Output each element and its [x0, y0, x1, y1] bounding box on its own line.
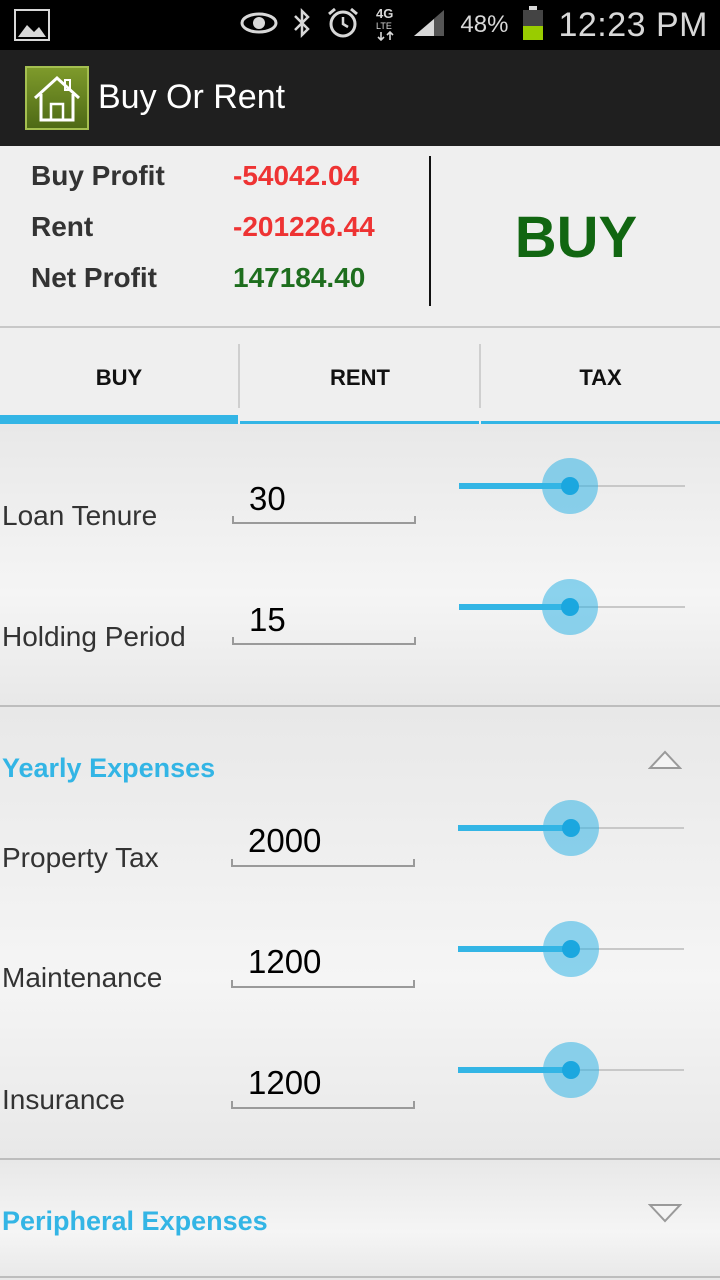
status-bar: 4G LTE 48% 12:23 PM — [0, 0, 720, 50]
net-profit-label: Net Profit — [31, 262, 157, 293]
insurance-underline — [231, 1101, 415, 1109]
slider-thumb[interactable] — [561, 477, 579, 495]
net-profit-value: 147184.40 — [233, 262, 366, 293]
maintenance-input[interactable] — [232, 937, 416, 985]
section-divider — [0, 1276, 720, 1278]
property-tax-underline — [231, 859, 415, 867]
slider-thumb[interactable] — [562, 819, 580, 837]
lte-icon: 4G LTE — [374, 5, 398, 46]
svg-text:4G: 4G — [376, 6, 393, 21]
buy-profit-label: Buy Profit — [31, 160, 165, 191]
slider-thumb[interactable] — [561, 598, 579, 616]
loan-tenure-slider[interactable] — [459, 456, 685, 516]
chevron-up-icon[interactable] — [647, 749, 683, 771]
yearly-expenses-title[interactable]: Yearly Expenses — [2, 753, 215, 784]
holding-period-input[interactable] — [233, 595, 417, 643]
loan-tenure-underline — [232, 516, 416, 524]
slider-thumb[interactable] — [562, 940, 580, 958]
holding-period-underline — [232, 637, 416, 645]
battery-percent: 48% — [460, 11, 509, 38]
insurance-input[interactable] — [232, 1058, 416, 1106]
rent-label: Rent — [31, 211, 94, 242]
app-title: Buy Or Rent — [98, 78, 286, 116]
tab-rent[interactable]: RENT — [240, 328, 480, 424]
house-icon[interactable] — [25, 66, 89, 130]
battery-icon — [522, 5, 544, 46]
peripheral-expenses-section: Peripheral Expenses — [0, 1160, 720, 1280]
summary-divider — [429, 156, 431, 306]
property-tax-slider[interactable] — [458, 798, 684, 858]
tab-tax[interactable]: TAX — [481, 328, 720, 424]
eye-icon — [240, 10, 278, 41]
alarm-icon — [326, 6, 360, 45]
property-tax-label: Property Tax — [2, 842, 159, 873]
maintenance-label: Maintenance — [2, 962, 163, 993]
signal-icon — [412, 8, 446, 43]
tab-buy-indicator — [0, 415, 238, 424]
summary-panel: Buy Profit -54042.04 Rent -201226.44 Net… — [0, 146, 720, 328]
maintenance-slider[interactable] — [458, 919, 684, 979]
loan-tenure-label: Loan Tenure — [2, 500, 158, 531]
bluetooth-icon — [292, 7, 312, 44]
insurance-label: Insurance — [2, 1084, 125, 1115]
clock: 12:23 PM — [558, 5, 708, 44]
rent-value: -201226.44 — [233, 211, 375, 242]
chevron-down-icon[interactable] — [647, 1202, 683, 1224]
buy-section: Loan Tenure Holding Period — [0, 424, 720, 706]
tab-bar: BUY RENT TAX — [0, 328, 720, 424]
holding-period-slider[interactable] — [459, 577, 685, 637]
slider-thumb[interactable] — [562, 1061, 580, 1079]
loan-tenure-input[interactable] — [233, 474, 417, 522]
verdict-label: BUY — [514, 205, 638, 270]
svg-text:LTE: LTE — [376, 21, 392, 31]
peripheral-expenses-title[interactable]: Peripheral Expenses — [2, 1206, 268, 1237]
gallery-icon — [14, 9, 50, 41]
maintenance-underline — [231, 980, 415, 988]
insurance-slider[interactable] — [458, 1040, 684, 1100]
tab-buy[interactable]: BUY — [0, 328, 238, 424]
property-tax-input[interactable] — [232, 816, 416, 864]
action-bar: Buy Or Rent — [0, 50, 720, 146]
buy-profit-value: -54042.04 — [233, 160, 360, 191]
holding-period-label: Holding Period — [2, 621, 186, 652]
yearly-expenses-section: Yearly Expenses Property Tax Maintenance… — [0, 707, 720, 1159]
